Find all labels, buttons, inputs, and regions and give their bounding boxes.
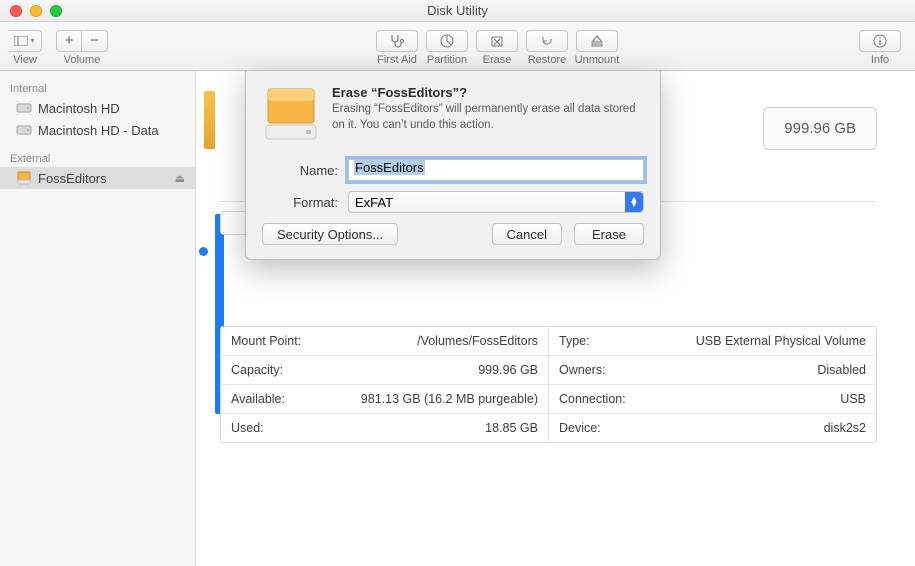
sheet-body: Erasing “FossEditors” will permanently e… (332, 102, 644, 133)
format-select[interactable]: ExFAT ▲▼ (348, 191, 644, 213)
security-options-button[interactable]: Security Options... (262, 223, 398, 245)
format-value: ExFAT (355, 195, 393, 210)
name-input-value: FossEditors (354, 160, 425, 175)
erase-confirm-button[interactable]: Erase (574, 223, 644, 245)
cancel-button[interactable]: Cancel (492, 223, 562, 245)
name-field-label: Name: (262, 163, 338, 178)
sheet-heading: Erase “FossEditors”? (332, 85, 644, 100)
format-field-label: Format: (262, 195, 338, 210)
external-drive-large-icon (262, 85, 320, 143)
select-arrows-icon: ▲▼ (625, 192, 643, 212)
erase-sheet: Erase “FossEditors”? Erasing “FossEditor… (245, 70, 661, 260)
name-input[interactable]: FossEditors (348, 159, 644, 181)
modal-dim: Erase “FossEditors”? Erasing “FossEditor… (0, 0, 915, 566)
